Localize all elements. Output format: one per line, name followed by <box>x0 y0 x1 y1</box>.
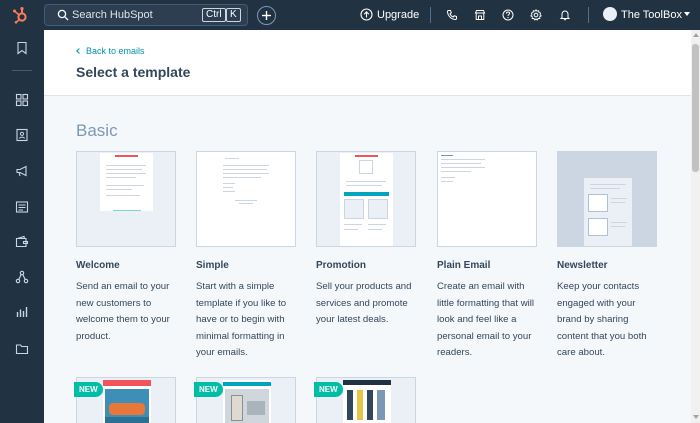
template-name[interactable]: Plain Email <box>437 260 490 271</box>
automation-icon[interactable] <box>15 270 29 284</box>
library-folder-icon[interactable] <box>15 342 29 356</box>
template-thumbnail-simple[interactable] <box>196 151 296 247</box>
reporting-bar-chart-icon[interactable] <box>15 305 29 319</box>
upgrade-label: Upgrade <box>377 9 420 21</box>
contacts-icon[interactable] <box>15 128 29 142</box>
back-link-label: Back to emails <box>86 46 145 56</box>
new-badge: NEW <box>194 382 223 397</box>
template-name[interactable]: Newsletter <box>557 260 608 271</box>
commerce-wallet-icon[interactable] <box>15 235 29 249</box>
shortcut-ctrl-key: Ctrl <box>202 8 226 22</box>
chevron-down-icon <box>684 12 690 16</box>
new-badge: NEW <box>74 382 103 397</box>
back-to-emails-link[interactable]: Back to emails <box>76 46 145 56</box>
notifications-bell-icon[interactable] <box>559 9 571 21</box>
template-description: Send an email to your new customers to w… <box>76 281 170 342</box>
upgrade-arrow-icon <box>360 8 373 21</box>
template-name[interactable]: Simple <box>196 260 229 271</box>
content-icon[interactable] <box>15 200 29 214</box>
shortcut-k-key: K <box>226 8 241 22</box>
page-header: Back to emails Select a template <box>44 30 691 96</box>
template-thumbnail-welcome[interactable] <box>76 151 176 247</box>
plus-icon <box>262 11 271 20</box>
page-title: Select a template <box>76 64 191 80</box>
new-badge: NEW <box>314 382 343 397</box>
search-bar[interactable]: Search HubSpot Ctrl K <box>44 4 248 26</box>
template-thumbnail-plain-email[interactable] <box>437 151 537 247</box>
left-sidebar <box>0 30 44 423</box>
template-name[interactable]: Welcome <box>76 260 120 271</box>
divider <box>12 70 32 71</box>
template-name[interactable]: Promotion <box>316 260 366 271</box>
divider <box>430 7 431 23</box>
search-placeholder: Search HubSpot <box>72 9 153 21</box>
main-content: Back to emails Select a template Basic W… <box>44 30 691 423</box>
template-thumbnail-newsletter[interactable] <box>557 151 657 247</box>
chevron-left-icon <box>76 48 82 54</box>
hubspot-logo-icon[interactable] <box>12 6 30 24</box>
phone-icon[interactable] <box>446 9 458 21</box>
section-title-basic: Basic <box>76 121 118 140</box>
account-name: The ToolBox <box>621 9 682 21</box>
avatar <box>603 7 617 21</box>
scroll-down-arrow-icon[interactable] <box>693 415 699 419</box>
template-description: Keep your contacts engaged with your bra… <box>557 281 647 358</box>
divider <box>588 7 589 23</box>
marketing-megaphone-icon[interactable] <box>15 164 29 178</box>
help-icon[interactable] <box>502 9 514 21</box>
template-description: Start with a simple template if you like… <box>196 281 287 358</box>
workspaces-grid-icon[interactable] <box>15 93 29 107</box>
template-thumbnail-promotion[interactable] <box>316 151 416 247</box>
template-description: Sell your products and services and prom… <box>316 281 412 325</box>
top-navigation-bar: Search HubSpot Ctrl K Upgrade The ToolBo… <box>0 0 700 30</box>
template-description: Create an email with little formatting t… <box>437 281 535 358</box>
create-new-button[interactable] <box>257 6 276 25</box>
scrollbar-thumb[interactable] <box>692 44 699 172</box>
settings-gear-icon[interactable] <box>530 9 542 21</box>
search-icon <box>57 9 69 21</box>
bookmarks-icon[interactable] <box>15 41 29 55</box>
scroll-up-arrow-icon[interactable] <box>693 33 699 37</box>
marketplace-icon[interactable] <box>474 9 486 21</box>
